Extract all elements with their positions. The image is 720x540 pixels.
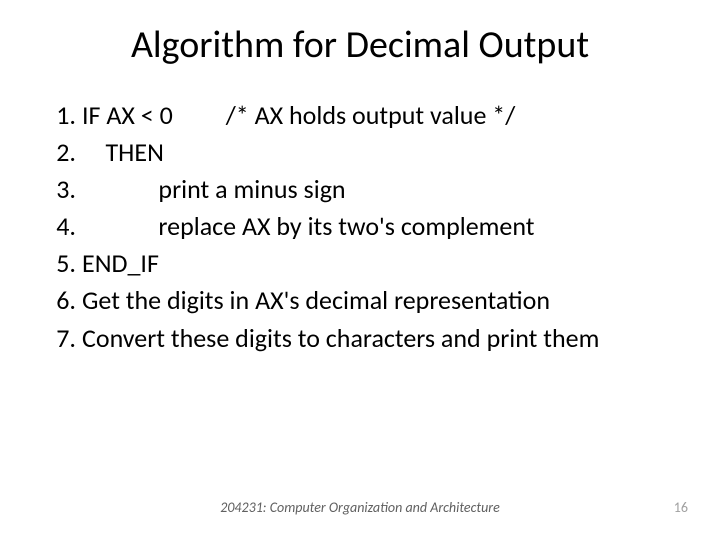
slide-content: 1. IF AX < 0 /* AX holds output value */… xyxy=(0,98,720,356)
list-item: 6. Get the digits in AX's decimal repres… xyxy=(48,283,672,318)
item-number: 1. xyxy=(48,98,82,133)
list-item: 1. IF AX < 0 /* AX holds output value */ xyxy=(48,98,672,133)
item-text: THEN xyxy=(82,135,672,170)
item-number: 3. xyxy=(48,172,82,207)
item-text: IF AX < 0 /* AX holds output value */ xyxy=(82,98,672,133)
list-item: 2. THEN xyxy=(48,135,672,170)
slide-title: Algorithm for Decimal Output xyxy=(0,0,720,98)
item-text: Get the digits in AX's decimal represent… xyxy=(82,283,672,318)
item-text: replace AX by its two's complement xyxy=(82,209,672,244)
footer-text: 204231: Computer Organization and Archit… xyxy=(0,499,720,516)
algorithm-list: 1. IF AX < 0 /* AX holds output value */… xyxy=(48,98,672,356)
list-item: 5. END_IF xyxy=(48,246,672,281)
item-text: print a minus sign xyxy=(82,172,672,207)
item-number: 5. xyxy=(48,246,82,281)
item-text: END_IF xyxy=(82,246,672,281)
item-number: 6. xyxy=(48,283,82,318)
page-number: 16 xyxy=(674,499,688,516)
item-text: Convert these digits to characters and p… xyxy=(82,321,672,356)
list-item: 7. Convert these digits to characters an… xyxy=(48,321,672,356)
list-item: 4. replace AX by its two's complement xyxy=(48,209,672,244)
item-number: 7. xyxy=(48,321,82,356)
list-item: 3. print a minus sign xyxy=(48,172,672,207)
item-number: 4. xyxy=(48,209,82,244)
item-number: 2. xyxy=(48,135,82,170)
